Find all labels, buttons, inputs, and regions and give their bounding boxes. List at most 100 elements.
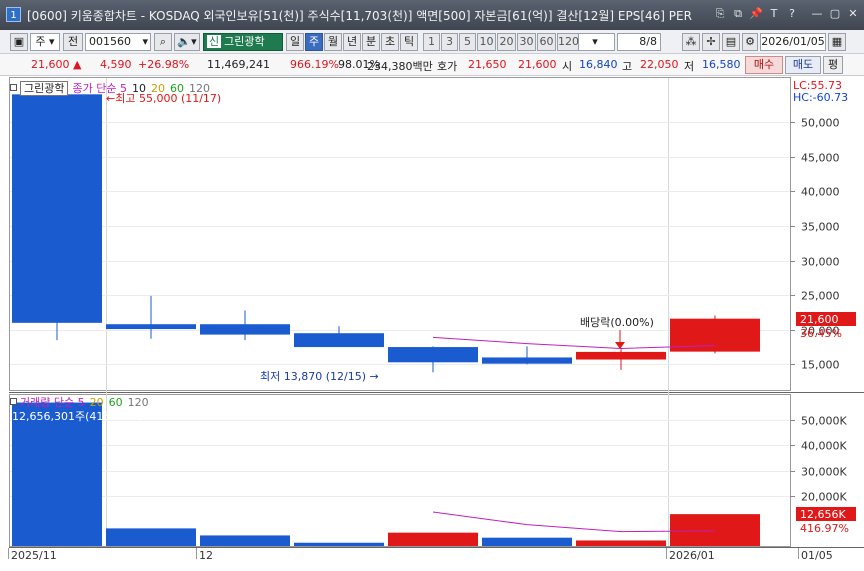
trade-amount: 234,380백만 xyxy=(367,60,433,73)
volume-bar xyxy=(200,535,290,546)
x-tick-label: 12 xyxy=(199,549,213,562)
interval-tab-30[interactable]: 30 xyxy=(517,33,536,51)
minimize-icon[interactable]: — xyxy=(810,7,824,21)
candle-body xyxy=(482,357,572,364)
period-tab-0[interactable]: 일 xyxy=(286,33,304,51)
maximize-icon[interactable]: ▢ xyxy=(828,7,842,21)
toolbar: ▣ 주 ▾ 전 001560 ▾ ⌕ 🔈▾ 신 그린광학 ▾ 8/8 ⁂ ✢ ▤ ⚙… xyxy=(0,30,864,54)
search-icon[interactable]: ⌕ xyxy=(154,33,172,51)
interval-tab-120[interactable]: 120 xyxy=(557,33,579,51)
current-price-tag-text: 21,600 xyxy=(800,313,839,326)
stock-label: 그린광학 xyxy=(20,81,69,96)
ma-legend-5[interactable]: 5 xyxy=(120,82,127,95)
price-tick-label: 50,000 xyxy=(801,117,840,130)
candle-body xyxy=(388,347,478,363)
candle-body xyxy=(12,94,102,323)
open-price: 16,840 xyxy=(579,58,618,71)
close-icon[interactable]: ✕ xyxy=(846,7,860,21)
price-tick-label: 35,000 xyxy=(801,221,840,234)
stock-name-box[interactable]: 신 그린광학 xyxy=(203,33,283,51)
price-tick-label: 15,000 xyxy=(801,359,840,372)
save-icon[interactable]: ▤ xyxy=(722,33,740,51)
x-tick-label: 2025/11 xyxy=(11,549,57,562)
quote-bar: 21,600 ▲ 4,590 +26.98% 11,469,241 966.19… xyxy=(0,54,864,76)
volume-tick-label: 40,000K xyxy=(801,440,847,453)
interval-select[interactable]: ▾ xyxy=(575,33,615,51)
interval-tab-1[interactable]: 1 xyxy=(423,33,440,51)
candle-body xyxy=(106,324,196,330)
interval-tab-20[interactable]: 20 xyxy=(497,33,516,51)
chart-layout-icon[interactable]: ▣ xyxy=(10,33,28,51)
window-title: [0600] 키움종합차트 - KOSDAQ 외국인보유[51(천)] 주식수[… xyxy=(27,9,692,23)
volume-tick-label: 50,000K xyxy=(801,415,847,428)
interval-tab-60[interactable]: 60 xyxy=(537,33,556,51)
date-input[interactable]: 2026/01/05 xyxy=(760,33,826,51)
low-price: 16,580 xyxy=(702,58,741,71)
current-price: 21,600 xyxy=(31,58,70,71)
sound-icon[interactable]: 🔈▾ xyxy=(174,33,200,51)
volume-current-pct: 416.97% xyxy=(800,522,849,535)
volume-bar xyxy=(670,514,760,546)
pin-icon[interactable]: 📌 xyxy=(749,7,763,21)
volume-bar xyxy=(12,402,102,546)
calendar-icon[interactable]: ▦ xyxy=(828,33,846,51)
chart-area[interactable]: 15,000 20,000 25,000 30,000 35,000 40,000 45,0… xyxy=(0,77,864,571)
price-tick-label: 40,000 xyxy=(801,186,840,199)
link-window-icon[interactable]: ⧉ xyxy=(731,7,745,21)
volume-current-tag-text: 12,656K xyxy=(800,508,846,521)
buy-button[interactable]: 매수 xyxy=(745,56,783,74)
gear-icon[interactable]: ⚙ xyxy=(742,33,758,51)
sell-button[interactable]: 매도 xyxy=(785,56,821,74)
hc-readout: HC:-60.73 xyxy=(793,91,849,104)
copy-window-icon[interactable]: ⎘ xyxy=(713,7,727,21)
period-tab-4[interactable]: 분 xyxy=(362,33,380,51)
volume-bar xyxy=(576,540,666,546)
x-tick-label: 2026/01 xyxy=(669,549,715,562)
price-tick-label: 25,000 xyxy=(801,290,840,303)
period-select[interactable]: 주 ▾ xyxy=(30,33,60,51)
legend-toggle-icon[interactable] xyxy=(10,84,17,91)
ma-legend-20[interactable]: 20 xyxy=(151,82,165,95)
change-percent: +26.98% xyxy=(138,58,190,71)
font-icon[interactable]: T xyxy=(767,7,781,21)
new-stock-badge: 신 xyxy=(207,35,222,48)
interval-tab-10[interactable]: 10 xyxy=(477,33,496,51)
volume-readout: 12,656,301주(416.97%) xyxy=(12,410,143,423)
stock-code-input[interactable]: 001560 ▾ xyxy=(85,33,151,51)
volume-bar xyxy=(482,537,572,546)
high-label: 고 xyxy=(622,60,633,73)
prev-button[interactable]: 전 xyxy=(63,33,83,51)
volume-tick-label: 20,000K xyxy=(801,491,847,504)
balance-button[interactable]: 평 xyxy=(823,56,843,74)
high-price: 22,050 xyxy=(640,58,679,71)
period-tab-6[interactable]: 틱 xyxy=(400,33,418,51)
low-label: 저 xyxy=(684,60,695,73)
price-change: 4,590 xyxy=(100,58,132,71)
current-pct-text: 36.45% xyxy=(800,327,842,340)
chart-canvas[interactable]: 15,00020,00025,00030,00035,00040,00045,0… xyxy=(0,77,864,571)
hoga-label: 호가 xyxy=(437,60,458,73)
period-tab-3[interactable]: 년 xyxy=(343,33,361,51)
grid-icon[interactable]: ⁂ xyxy=(682,33,700,51)
volume-toggle-icon[interactable] xyxy=(10,398,17,405)
app-icon: 1 xyxy=(6,7,21,22)
period-tab-1[interactable]: 주 xyxy=(305,33,323,51)
up-arrow-icon: ▲ xyxy=(73,58,82,71)
ma-legend-120[interactable]: 120 xyxy=(189,82,210,95)
volume-value: 11,469,241 xyxy=(207,58,270,71)
low-annotation: 최저 13,870 (12/15) → xyxy=(260,370,379,383)
period-tab-5[interactable]: 초 xyxy=(381,33,399,51)
candle-body xyxy=(576,351,666,360)
period-tab-2[interactable]: 월 xyxy=(324,33,342,51)
interval-tab-5[interactable]: 5 xyxy=(459,33,476,51)
title-bar: 1 [0600] 키움종합차트 - KOSDAQ 외국인보유[51(천)] 주식… xyxy=(0,0,864,30)
crosshair-icon[interactable]: ✢ xyxy=(702,33,720,51)
volume-bar xyxy=(106,528,196,546)
interval-tab-3[interactable]: 3 xyxy=(441,33,458,51)
ma-legend-60[interactable]: 60 xyxy=(170,82,184,95)
x-tick-label: 01/05 xyxy=(801,549,833,562)
ma-legend-10[interactable]: 10 xyxy=(132,82,146,95)
help-icon[interactable]: ? xyxy=(785,7,799,21)
volume-bar xyxy=(388,532,478,546)
dividend-annotation: 배당락(0.00%) xyxy=(580,316,654,329)
